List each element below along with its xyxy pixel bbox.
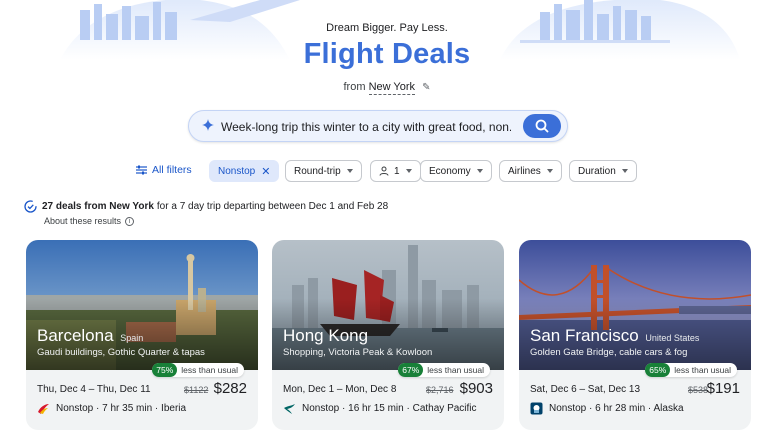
original-price: $538 — [688, 385, 709, 395]
duration-label: Duration — [578, 165, 616, 177]
chevron-down-icon — [476, 169, 483, 173]
flight-details: Nonstop · 7 hr 35 min · Iberia — [56, 403, 187, 414]
filter-bar: All filters Nonstop ✕ Round-trip 1 Econo… — [0, 160, 774, 184]
chevron-down-icon — [346, 169, 353, 173]
deal-price: $282 — [213, 380, 247, 397]
search-icon — [535, 119, 549, 133]
deal-price: $191 — [706, 380, 740, 397]
flight-details: Nonstop · 6 hr 28 min · Alaska — [549, 403, 684, 414]
deal-count: 27 deals from New York — [42, 201, 154, 212]
country-name: Spain — [120, 333, 144, 343]
all-filters-button[interactable]: All filters — [136, 164, 192, 176]
about-results-link[interactable]: About these results i — [44, 216, 135, 226]
page-title: Flight Deals — [303, 38, 471, 70]
destination-city: San Francisco United States — [530, 326, 699, 346]
discount-percent: 67% — [398, 363, 424, 377]
duration-dropdown[interactable]: Duration — [569, 160, 637, 182]
trip-dates: Mon, Dec 1 – Mon, Dec 8 — [283, 384, 397, 395]
destination-city: Barcelona Spain — [37, 326, 143, 346]
original-price: $2,716 — [426, 385, 454, 395]
results-summary: 27 deals from New York for a 7 day trip … — [24, 200, 388, 213]
close-icon[interactable]: ✕ — [261, 165, 270, 178]
search-button[interactable] — [523, 114, 561, 138]
discount-label: less than usual — [181, 365, 238, 375]
destination-description: Shopping, Victoria Peak & Kowloon — [283, 347, 433, 358]
trip-dates: Thu, Dec 4 – Thu, Dec 11 — [37, 384, 151, 395]
deal-card-hong-kong[interactable]: Hong Kong Shopping, Victoria Peak & Kowl… — [272, 240, 504, 430]
summary-details: for a 7 day trip departing between Dec 1… — [156, 201, 389, 212]
verified-check-icon — [24, 200, 37, 213]
discount-badge: 65% less than usual — [645, 363, 737, 377]
country-name: United States — [645, 333, 700, 343]
flight-info: Nonstop · 6 hr 28 min · Alaska — [530, 402, 684, 415]
alaska-logo-icon — [530, 402, 543, 415]
passengers-dropdown[interactable]: 1 — [370, 160, 421, 182]
nonstop-filter-chip[interactable]: Nonstop ✕ — [209, 160, 280, 182]
discount-percent: 75% — [152, 363, 178, 377]
chevron-down-icon — [405, 169, 412, 173]
iberia-logo-icon — [38, 404, 49, 414]
origin-line: from New York ✎ — [0, 81, 774, 95]
cabin-label: Economy — [429, 165, 471, 177]
deal-card-san-francisco[interactable]: San Francisco United States Golden Gate … — [519, 240, 751, 430]
filter-sliders-icon — [136, 165, 147, 175]
cabin-class-dropdown[interactable]: Economy — [420, 160, 492, 182]
flight-info: Nonstop · 16 hr 15 min · Cathay Pacific — [283, 402, 477, 415]
deal-card-barcelona[interactable]: Barcelona Spain Gaudi buildings, Gothic … — [26, 240, 258, 430]
person-icon — [379, 166, 389, 176]
discount-badge: 67% less than usual — [398, 363, 490, 377]
flight-details: Nonstop · 16 hr 15 min · Cathay Pacific — [302, 403, 477, 414]
city-name: Hong Kong — [283, 326, 369, 345]
airlines-dropdown[interactable]: Airlines — [499, 160, 562, 182]
search-input[interactable]: Week-long trip this winter to a city wit… — [221, 120, 511, 134]
flight-info: Nonstop · 7 hr 35 min · Iberia — [37, 402, 186, 415]
info-icon[interactable]: i — [125, 216, 135, 226]
search-bar[interactable]: Week-long trip this winter to a city wit… — [188, 110, 568, 142]
origin-city-selector[interactable]: New York — [368, 81, 416, 95]
sparkle-icon — [202, 119, 214, 131]
discount-badge: 75% less than usual — [152, 363, 244, 377]
trip-type-label: Round-trip — [294, 165, 341, 177]
trip-type-dropdown[interactable]: Round-trip — [285, 160, 362, 182]
chevron-down-icon — [621, 169, 628, 173]
trip-dates: Sat, Dec 6 – Sat, Dec 13 — [530, 384, 641, 395]
city-name: Barcelona — [37, 326, 114, 345]
destination-description: Gaudi buildings, Gothic Quarter & tapas — [37, 347, 205, 358]
destination-city: Hong Kong — [283, 326, 370, 346]
airlines-label: Airlines — [508, 165, 541, 177]
chevron-down-icon — [546, 169, 553, 173]
from-label: from — [343, 81, 366, 93]
tagline: Dream Bigger. Pay Less. — [326, 22, 448, 34]
all-filters-label: All filters — [152, 164, 192, 176]
about-label: About these results — [44, 216, 122, 226]
discount-percent: 65% — [645, 363, 671, 377]
discount-label: less than usual — [674, 365, 731, 375]
nonstop-label: Nonstop — [218, 165, 256, 177]
destination-description: Golden Gate Bridge, cable cars & fog — [530, 347, 688, 358]
deal-price: $903 — [459, 380, 493, 397]
city-name: San Francisco — [530, 326, 639, 345]
original-price: $1122 — [184, 385, 209, 395]
cathay-logo-icon — [284, 404, 295, 414]
discount-label: less than usual — [427, 365, 484, 375]
passengers-count: 1 — [394, 165, 400, 177]
pencil-icon[interactable]: ✎ — [422, 82, 430, 93]
